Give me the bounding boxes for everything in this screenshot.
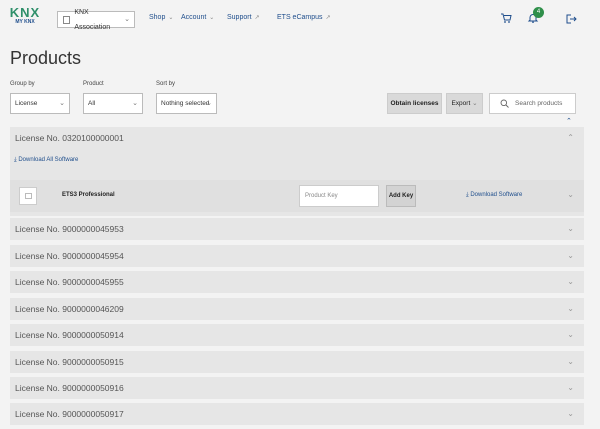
license-panel[interactable]: License No. 9000000045953 ⌄ xyxy=(10,218,584,240)
search-input[interactable]: Search products xyxy=(489,93,576,114)
license-panel[interactable]: License No. 9000000046209 ⌄ xyxy=(10,298,584,320)
nav-account[interactable]: Account ⌄ xyxy=(181,14,214,21)
nav-shop[interactable]: Shop ⌄ xyxy=(149,14,173,21)
license-panel-header[interactable]: License No. 9000000050916 ⌄ xyxy=(10,377,584,399)
license-number: License No. 9000000050914 xyxy=(15,330,124,340)
license-panel[interactable]: License No. 9000000045955 ⌄ xyxy=(10,271,584,293)
chevron-down-icon: ⌄ xyxy=(168,15,174,21)
chevron-down-icon: ⌄ xyxy=(206,100,212,107)
sort-by-value: Nothing selected xyxy=(161,100,210,107)
license-number: License No. 9000000045955 xyxy=(15,277,124,287)
external-link-icon: ↗ xyxy=(325,15,331,21)
license-panel-header[interactable]: License No. 0320100000001 ⌃ xyxy=(10,127,584,149)
group-by-value: License xyxy=(15,100,38,107)
license-panel[interactable]: License No. 9000000050916 ⌄ xyxy=(10,377,584,399)
building-icon xyxy=(63,15,71,24)
license-number: License No. 9000000050916 xyxy=(15,383,124,393)
license-panel-header[interactable]: License No. 9000000050917 ⌄ xyxy=(10,403,584,425)
product-row: ETS3 Professional Product Key Add Key ⤓ … xyxy=(10,180,584,212)
search-placeholder: Search products xyxy=(515,100,563,107)
license-panel-header[interactable]: License No. 9000000045953 ⌄ xyxy=(10,218,584,240)
sort-by-label: Sort by xyxy=(156,81,176,87)
external-link-icon: ↗ xyxy=(254,15,260,21)
download-software-label: Download Software xyxy=(470,192,523,198)
add-key-button[interactable]: Add Key xyxy=(386,185,416,207)
nav-ecampus-label: ETS eCampus xyxy=(277,14,323,21)
license-panel[interactable]: License No. 9000000045954 ⌄ xyxy=(10,245,584,267)
chevron-down-icon: ⌄ xyxy=(567,383,574,392)
product-name: ETS3 Professional xyxy=(62,192,115,198)
chevron-down-icon: ⌄ xyxy=(567,330,574,339)
nav-account-label: Account xyxy=(181,14,207,21)
association-name: KNX Association xyxy=(74,8,111,31)
top-navigation-bar: KNX MY KNX KNX Association ⌄ Shop ⌄ Acco… xyxy=(0,0,600,40)
shopping-cart-icon[interactable] xyxy=(500,12,512,24)
license-panel-header[interactable]: License No. 9000000045954 ⌄ xyxy=(10,245,584,267)
chevron-down-icon: ⌄ xyxy=(132,100,138,107)
chevron-down-icon: ⌄ xyxy=(567,251,574,260)
product-key-placeholder: Product Key xyxy=(305,193,338,199)
download-icon: ⤓ xyxy=(466,192,469,198)
nav-ets-ecampus[interactable]: ETS eCampus ↗ xyxy=(277,14,331,21)
chevron-down-icon: ⌄ xyxy=(209,15,215,21)
chevron-down-icon: ⌄ xyxy=(567,409,574,418)
license-number: License No. 0320100000001 xyxy=(15,133,124,143)
chevron-down-icon: ⌄ xyxy=(59,100,65,107)
association-selector[interactable]: KNX Association ⌄ xyxy=(57,9,135,31)
license-panel-header[interactable]: License No. 9000000045955 ⌄ xyxy=(10,271,584,293)
my-knx-logo[interactable]: KNX MY KNX xyxy=(9,6,41,34)
chevron-down-icon: ⌄ xyxy=(567,277,574,286)
group-by-label: Group by xyxy=(10,81,35,87)
license-number: License No. 9000000050917 xyxy=(15,409,124,419)
nav-support[interactable]: Support ↗ xyxy=(227,14,260,21)
license-number: License No. 9000000050915 xyxy=(15,357,124,367)
chevron-up-icon: ⌃ xyxy=(567,133,574,142)
license-number: License No. 9000000046209 xyxy=(15,304,124,314)
product-value: All xyxy=(88,100,96,107)
sort-by-select[interactable]: Nothing selected ⌄ xyxy=(156,93,217,114)
license-number: License No. 9000000045953 xyxy=(15,224,124,234)
product-select[interactable]: All ⌄ xyxy=(83,93,143,114)
nav-support-label: Support xyxy=(227,14,252,21)
page-title: Products xyxy=(10,48,82,68)
chevron-down-icon: ⌄ xyxy=(567,357,574,366)
license-panel[interactable]: License No. 9000000050915 ⌄ xyxy=(10,351,584,373)
license-panel-header[interactable]: License No. 9000000046209 ⌄ xyxy=(10,298,584,320)
product-label: Product xyxy=(83,81,104,87)
product-thumbnail xyxy=(19,187,37,205)
license-panel[interactable]: License No. 9000000050914 ⌄ xyxy=(10,324,584,346)
chevron-down-icon[interactable]: ⌄ xyxy=(567,190,574,199)
license-panel[interactable]: License No. 9000000050917 ⌄ xyxy=(10,403,584,425)
chevron-down-icon: ⌄ xyxy=(567,224,574,233)
chevron-down-icon: ⌄ xyxy=(567,304,574,313)
product-key-input[interactable]: Product Key xyxy=(299,185,379,207)
download-icon: ⤓ xyxy=(14,157,17,163)
logo-knx-text: KNX xyxy=(9,5,41,20)
download-all-software-link[interactable]: ⤓ Download All Software xyxy=(14,157,78,164)
obtain-licenses-button[interactable]: Obtain licenses xyxy=(387,93,442,114)
download-software-link[interactable]: ⤓ Download Software xyxy=(466,192,522,199)
chevron-down-icon: ⌄ xyxy=(124,16,130,23)
group-by-select[interactable]: License ⌄ xyxy=(10,93,70,114)
chevron-down-icon: ⌄ xyxy=(472,100,478,107)
export-label: Export xyxy=(451,100,471,107)
license-number: License No. 9000000045954 xyxy=(15,251,124,261)
license-panel-header[interactable]: License No. 9000000050914 ⌄ xyxy=(10,324,584,346)
license-panel-header[interactable]: License No. 9000000050915 ⌄ xyxy=(10,351,584,373)
logout-icon[interactable] xyxy=(565,13,577,25)
search-icon xyxy=(500,99,509,108)
notification-count-badge: 4 xyxy=(533,7,544,18)
export-button[interactable]: Export ⌄ xyxy=(446,93,483,114)
nav-shop-label: Shop xyxy=(149,14,166,21)
download-all-label: Download All Software xyxy=(18,157,79,163)
